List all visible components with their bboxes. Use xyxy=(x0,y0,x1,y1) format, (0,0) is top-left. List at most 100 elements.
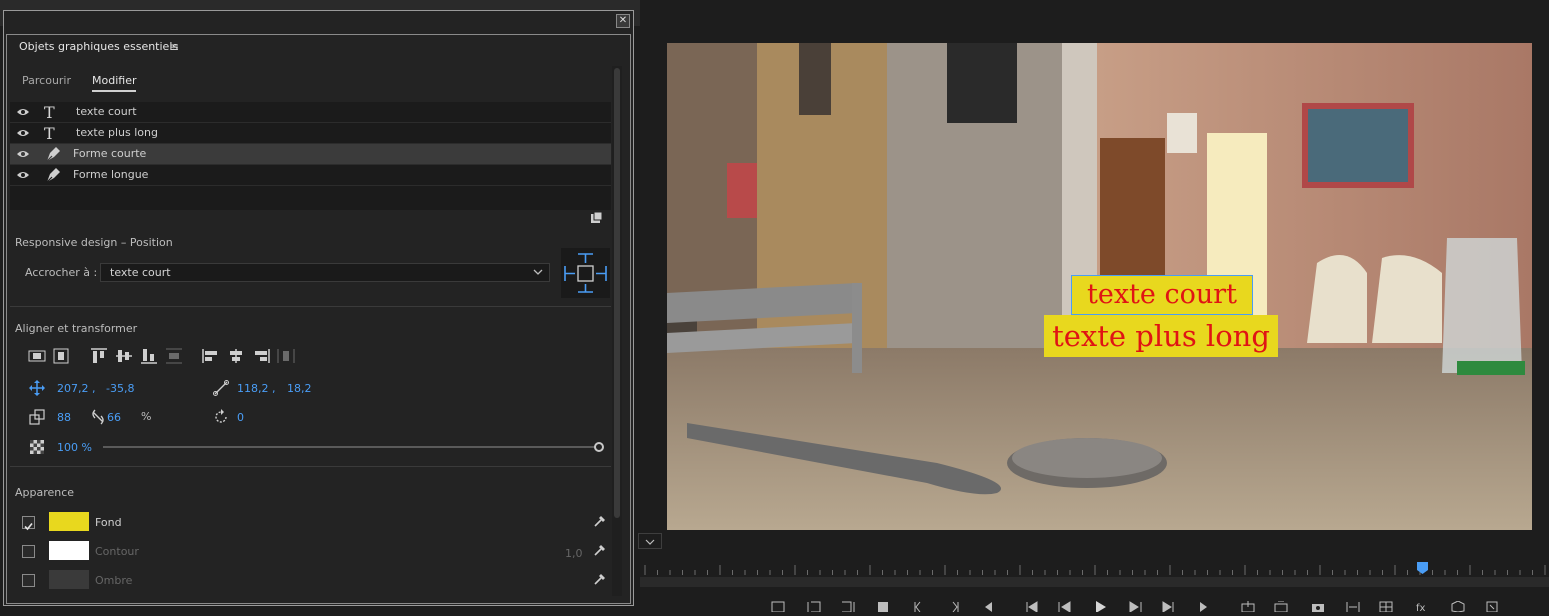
layer-label: texte court xyxy=(76,105,137,118)
position-move-icon xyxy=(29,380,45,396)
close-window-button[interactable]: ✕ xyxy=(616,14,630,28)
scale-height-value[interactable]: 66 xyxy=(107,411,121,424)
caption-box-short[interactable]: texte court xyxy=(1071,275,1253,315)
go-to-in-icon[interactable] xyxy=(912,597,928,613)
anchor-point-icon xyxy=(213,380,229,396)
caption-text-short: texte court xyxy=(1087,279,1237,310)
stroke-checkbox[interactable] xyxy=(22,545,35,558)
scrollbar-thumb[interactable] xyxy=(614,68,620,518)
caption-text-long: texte plus long xyxy=(1052,319,1270,353)
scale-unit-label: % xyxy=(141,410,152,423)
eyedropper-icon[interactable] xyxy=(593,514,607,528)
eye-icon[interactable] xyxy=(16,170,30,180)
align-vertical-center-icon[interactable] xyxy=(28,348,46,364)
shadow-label: Ombre xyxy=(95,574,133,587)
checkmark-icon xyxy=(24,522,33,531)
layers-list: T texte court T texte plus long Forme co… xyxy=(10,102,611,210)
layer-row-forme-longue[interactable]: Forme longue xyxy=(10,165,611,186)
export-frame-icon[interactable] xyxy=(1310,597,1326,612)
timeline-ruler[interactable] xyxy=(640,555,1549,577)
align-right-icon[interactable] xyxy=(252,348,270,364)
align-section-title: Aligner et transformer xyxy=(15,322,138,335)
rotation-icon xyxy=(215,409,227,423)
text-layer-icon: T xyxy=(44,103,55,122)
shadow-color-swatch[interactable] xyxy=(49,570,89,589)
distribute-horizontal-icon[interactable] xyxy=(277,348,295,364)
align-center-icon[interactable] xyxy=(227,348,245,364)
step-back-frame-icon[interactable] xyxy=(1057,597,1073,613)
go-to-out-icon[interactable] xyxy=(945,597,961,613)
position-x-value[interactable]: 207,2 , xyxy=(57,382,95,395)
go-to-previous-edit-icon[interactable] xyxy=(1024,597,1040,613)
scale-width-value[interactable]: 88 xyxy=(57,411,71,424)
anchor-y-value[interactable]: 18,2 xyxy=(287,382,312,395)
mark-in-icon[interactable] xyxy=(806,597,822,613)
stop-icon[interactable] xyxy=(875,597,891,612)
extract-icon[interactable] xyxy=(1273,597,1289,613)
tab-modifier[interactable]: Modifier xyxy=(92,74,137,92)
eyedropper-icon[interactable] xyxy=(593,572,607,586)
lift-icon[interactable] xyxy=(1240,597,1256,613)
pin-to-value: texte court xyxy=(110,266,171,279)
step-forward-frame-icon[interactable] xyxy=(1127,597,1143,613)
time-navigator-track[interactable] xyxy=(640,577,1549,587)
pin-to-dropdown[interactable]: texte court xyxy=(100,263,550,282)
add-marker-icon[interactable] xyxy=(770,597,786,613)
rotation-value[interactable]: 0 xyxy=(237,411,244,424)
eye-icon[interactable] xyxy=(16,149,30,159)
appearance-section-title: Apparence xyxy=(15,486,75,499)
pen-shape-icon xyxy=(46,147,60,162)
new-layer-icon[interactable] xyxy=(591,212,602,223)
pen-shape-icon xyxy=(46,168,60,183)
shadow-checkbox[interactable] xyxy=(22,574,35,587)
opacity-checker-icon xyxy=(30,440,44,454)
play-icon[interactable] xyxy=(1092,597,1108,613)
text-layer-icon: T xyxy=(44,124,55,143)
chevron-down-icon xyxy=(645,539,655,545)
distribute-vertical-icon[interactable] xyxy=(165,348,183,364)
go-to-next-edit-icon[interactable] xyxy=(1160,597,1176,613)
anchor-x-value[interactable]: 118,2 , xyxy=(237,382,275,395)
align-middle-icon[interactable] xyxy=(115,348,133,364)
eye-icon[interactable] xyxy=(16,107,30,117)
responsive-section-title: Responsive design – Position xyxy=(15,236,173,249)
multi-camera-icon[interactable] xyxy=(1378,597,1394,613)
eyedropper-icon[interactable] xyxy=(593,543,607,557)
panel-menu-icon[interactable]: ≡ xyxy=(169,40,179,54)
mark-out-icon[interactable] xyxy=(840,597,856,613)
fill-checkbox[interactable] xyxy=(22,516,35,531)
divider xyxy=(10,306,611,307)
opacity-slider[interactable] xyxy=(103,446,595,448)
stroke-label: Contour xyxy=(95,545,139,558)
layer-row-forme-courte[interactable]: Forme courte xyxy=(10,144,611,165)
pin-edges-widget[interactable] xyxy=(561,248,610,298)
opacity-value[interactable]: 100 % xyxy=(57,441,92,454)
eye-icon[interactable] xyxy=(16,128,30,138)
fill-color-swatch[interactable] xyxy=(49,512,89,531)
position-y-value[interactable]: -35,8 xyxy=(106,382,134,395)
layer-row-texte-plus-long[interactable]: T texte plus long xyxy=(10,123,611,144)
vr-video-icon[interactable] xyxy=(1450,597,1466,613)
stroke-color-swatch[interactable] xyxy=(49,541,89,560)
caption-box-long[interactable]: texte plus long xyxy=(1044,315,1278,357)
zoom-level-dropdown[interactable] xyxy=(638,533,662,549)
align-horizontal-center-icon[interactable] xyxy=(52,348,70,364)
layer-label: texte plus long xyxy=(76,126,158,139)
comparison-view-icon[interactable] xyxy=(1345,597,1361,612)
stroke-width-value[interactable]: 1,0 xyxy=(565,547,583,560)
divider xyxy=(10,466,611,467)
step-back-icon[interactable] xyxy=(980,597,996,612)
playhead-marker[interactable] xyxy=(1417,562,1428,574)
unlink-scale-icon[interactable] xyxy=(90,409,106,425)
tab-parcourir[interactable]: Parcourir xyxy=(22,74,71,87)
fx-icon[interactable]: fx xyxy=(1414,597,1430,614)
align-bottom-icon[interactable] xyxy=(140,348,158,364)
settings-wrench-icon[interactable] xyxy=(1484,597,1500,613)
align-top-icon[interactable] xyxy=(90,348,108,364)
opacity-slider-handle[interactable] xyxy=(594,442,604,452)
align-left-icon[interactable] xyxy=(202,348,220,364)
layer-label: Forme courte xyxy=(73,147,147,160)
step-forward-icon[interactable] xyxy=(1196,597,1212,612)
layer-row-texte-court[interactable]: T texte court xyxy=(10,102,611,123)
scale-icon xyxy=(29,409,45,425)
